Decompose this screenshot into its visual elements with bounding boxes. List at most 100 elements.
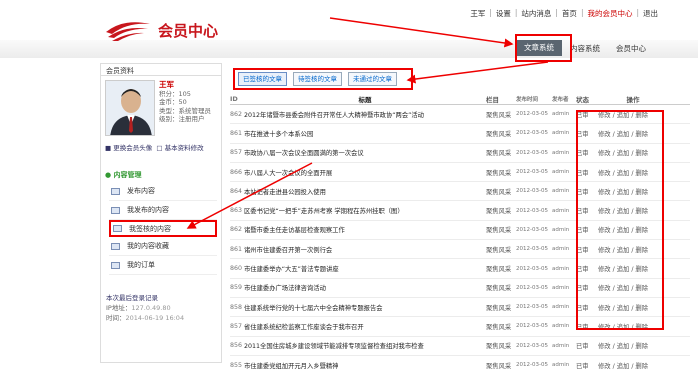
row-category: 聚焦风采 xyxy=(486,323,512,331)
row-actions[interactable]: 修改 / 追加 / 删除 xyxy=(598,341,668,350)
messages-link[interactable]: 站内消息 xyxy=(521,8,551,19)
row-category: 聚焦风采 xyxy=(486,227,512,235)
row-category: 聚焦风采 xyxy=(486,169,512,177)
row-category: 聚焦风采 xyxy=(486,208,512,216)
row-publisher: admin xyxy=(552,226,570,233)
row-publisher: admin xyxy=(552,304,570,311)
logout-link[interactable]: 退出 xyxy=(643,8,658,19)
row-title[interactable]: 诸暨市委主任走访基层检查观察工作 xyxy=(242,225,486,234)
profile-level: 级别：注册用户 xyxy=(159,115,205,123)
row-title[interactable]: 市住建委办广场法律咨询活动 xyxy=(242,283,486,292)
row-title[interactable]: 2012年诸暨市县委会附件召开常任人大精神暨市政协“两会”活动 xyxy=(242,110,486,119)
sidebar-heading: 会员资料 xyxy=(101,64,221,76)
row-category: 聚焦风采 xyxy=(486,266,512,274)
row-publisher: admin xyxy=(552,342,570,349)
menu-my-published[interactable]: 我发布的内容 xyxy=(109,201,217,220)
menu-my-approved[interactable]: 我签核的内容 xyxy=(109,220,217,237)
row-category: 聚焦风采 xyxy=(486,246,512,254)
row-time: 2012-03-05 xyxy=(516,149,548,156)
row-time: 2012-03-05 xyxy=(516,169,548,176)
row-title[interactable]: 市政协八届一次会议全面圆满的第一次会议 xyxy=(242,148,486,157)
row-title[interactable]: 2011全国住房城乡建设领域节能减排专项监督检查组对我市检查 xyxy=(242,341,486,350)
tab-approved[interactable]: 已签核的文章 xyxy=(238,72,287,86)
settings-link[interactable]: 设置 xyxy=(496,8,511,19)
row-category: 聚焦风采 xyxy=(486,188,512,196)
row-category: 聚焦风采 xyxy=(486,343,512,351)
row-time: 2012-03-05 xyxy=(516,130,548,137)
sidebar-menu: 发布内容 我发布的内容 我签核的内容 我的内容收藏 我的订单 xyxy=(109,182,217,275)
document-icon xyxy=(111,261,120,269)
col-title: 标题 xyxy=(358,96,372,104)
row-id: 856 xyxy=(230,342,243,350)
content-management-heading: ● 内容管理 xyxy=(105,171,142,179)
article-tabs: 已签核的文章 待签核的文章 未通过的文章 xyxy=(233,68,413,90)
row-publisher: admin xyxy=(552,149,570,156)
row-publisher: admin xyxy=(552,130,570,137)
row-id: 866 xyxy=(230,168,243,176)
row-title[interactable]: 市八届人大一次会议的全面开展 xyxy=(242,168,486,177)
row-title[interactable]: 诸州市住建委召开第一次例行会 xyxy=(242,245,486,254)
home-link[interactable]: 首页 xyxy=(562,8,577,19)
row-time: 2012-03-05 xyxy=(516,342,548,349)
row-id: 863 xyxy=(230,207,243,215)
row-actions[interactable]: 修改 / 追加 / 删除 xyxy=(598,361,668,369)
tab-rejected[interactable]: 未通过的文章 xyxy=(348,72,397,86)
row-time: 2012-03-05 xyxy=(516,304,548,311)
col-id: ID xyxy=(230,95,238,103)
row-publisher: admin xyxy=(552,188,570,195)
row-time: 2012-03-05 xyxy=(516,207,548,214)
ip-label: IP地址： xyxy=(106,304,132,312)
row-id: 862 xyxy=(230,110,243,118)
row-publisher: admin xyxy=(552,265,570,272)
row-id: 857 xyxy=(230,322,243,330)
document-icon xyxy=(111,242,120,250)
row-title[interactable]: 省住建系统纪检监察工作座谈会于我市召开 xyxy=(242,322,486,331)
user-name-link[interactable]: 王军 xyxy=(470,8,485,19)
row-status: 已审 xyxy=(576,362,589,369)
edit-profile-link[interactable]: 基本资料修改 xyxy=(165,144,204,152)
row-category: 聚焦风采 xyxy=(486,111,512,119)
row-title[interactable]: 区委书记党“一把手”走苏州考察 学期程在苏州挂职（图） xyxy=(242,206,486,215)
table-header: ID 标题 栏目 发布时间 发布者 状态 操作 xyxy=(230,94,690,105)
menu-my-favorites[interactable]: 我的内容收藏 xyxy=(109,237,217,256)
profile-points: 积分：105 xyxy=(159,89,191,98)
avatar xyxy=(105,80,155,136)
sidebar: 会员资料 王军 积分：105 金币：50 类型：系统管理员 级别：注册用户 ■ … xyxy=(100,63,222,363)
row-id: 861 xyxy=(230,245,243,253)
row-publisher: admin xyxy=(552,111,570,118)
row-title[interactable]: 市住建委党组加开元月入乡暨精神 xyxy=(242,361,486,369)
row-id: 857 xyxy=(230,149,243,157)
arrow-to-tabs xyxy=(406,61,549,84)
change-avatar-link[interactable]: 更换会员头像 xyxy=(113,144,152,152)
row-id: 855 xyxy=(230,361,243,369)
menu-publish-content[interactable]: 发布内容 xyxy=(109,182,217,201)
document-icon xyxy=(111,187,120,195)
top-links: 王军 | 设置 | 站内消息 | 首页 | 我的会员中心 | 退出 xyxy=(470,8,658,19)
app-root: 王军 | 设置 | 站内消息 | 首页 | 我的会员中心 | 退出 会员中心 文章系统 内… xyxy=(0,0,698,369)
row-time: 2012-03-05 xyxy=(516,323,548,330)
col-category: 栏目 xyxy=(486,96,499,104)
row-category: 聚焦风采 xyxy=(486,150,512,158)
row-title[interactable]: 市住建委举办“大五”普法专题讲座 xyxy=(242,264,486,273)
row-title[interactable]: 住建系统举行党的十七届六中全会精神专题报告会 xyxy=(242,303,486,312)
ip-value: 127.0.49.80 xyxy=(131,304,171,312)
person-icon: ■ xyxy=(105,144,112,152)
row-title[interactable]: 本站记者走进县公园投入使用 xyxy=(242,187,486,196)
row-publisher: admin xyxy=(552,323,570,330)
row-publisher: admin xyxy=(552,169,570,176)
document-icon xyxy=(111,206,120,214)
row-id: 864 xyxy=(230,187,243,195)
nav-member-center[interactable]: 会员中心 xyxy=(608,43,654,54)
col-publisher: 发布者 xyxy=(552,97,569,103)
menu-my-orders[interactable]: 我的订单 xyxy=(109,256,217,275)
table-row: 855 市住建委党组加开元月入乡暨精神 聚焦风采 2012-03-05 admin 已审 修… xyxy=(230,356,690,369)
row-time: 2012-03-05 xyxy=(516,265,548,272)
profile-info: 王军 积分：105 金币：50 类型：系统管理员 级别：注册用户 xyxy=(159,80,211,124)
profile-links: ■ 更换会员头像 □ 基本资料修改 xyxy=(105,142,204,152)
last-login-title: 本次最后登录记录 xyxy=(106,294,158,302)
row-title[interactable]: 市在推进十多个本系公园 xyxy=(242,129,486,138)
row-id: 861 xyxy=(230,129,243,137)
row-time: 2012-03-05 xyxy=(516,362,548,368)
my-member-center-link[interactable]: 我的会员中心 xyxy=(587,8,632,19)
tab-pending[interactable]: 待签核的文章 xyxy=(293,72,342,86)
